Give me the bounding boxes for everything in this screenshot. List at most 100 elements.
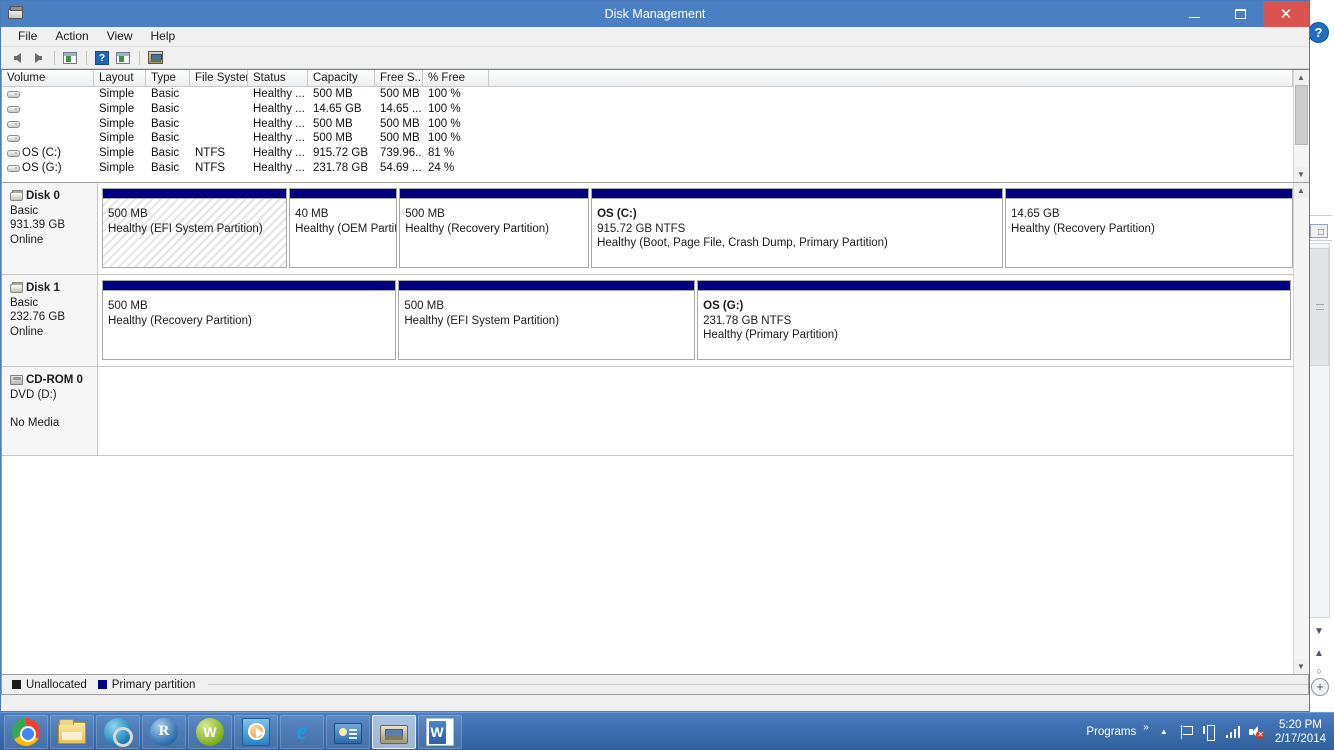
table-row[interactable]: OS (C:) Simple Basic NTFS Healthy ... 915.72 … [2,146,1293,161]
column-header-free-space[interactable]: Free S... [375,70,423,86]
volume-list: Volume Layout Type File System Status Ca… [1,69,1309,183]
partition[interactable]: 500 MB Healthy (Recovery Partition) [399,188,590,268]
maximize-button[interactable] [1217,1,1263,27]
volume-icon [7,106,20,114]
partition[interactable]: OS (C:) 915.72 GB NTFS Healthy (Boot, Page… [591,188,1003,268]
partition[interactable]: 40 MB Healthy (OEM Partition) [289,188,398,268]
tray-programs-label[interactable]: Programs [1086,726,1136,738]
forward-button[interactable] [28,49,48,67]
scroll-up-icon[interactable]: ▲ [1293,183,1309,198]
tray-overflow-icon[interactable]: » [1143,722,1149,733]
partition-status: Healthy (EFI System Partition) [108,222,263,235]
column-header-capacity[interactable]: Capacity [308,70,375,86]
partition-status: Healthy (Recovery Partition) [108,314,252,327]
menu-action[interactable]: Action [46,27,97,46]
taskbar-item-word[interactable]: W [418,714,462,749]
cell-capacity: 500 MB [313,117,353,130]
w-green-icon: W [196,717,224,746]
cell-pctfree: 100 % [428,88,461,101]
partition[interactable]: 500 MB Healthy (Recovery Partition) [102,280,397,360]
volume-icon [7,91,20,99]
help-button[interactable]: ? [92,49,112,67]
table-row[interactable]: Simple Basic Healthy ... 500 MB 500 MB 100 % [2,87,1293,102]
table-row[interactable]: OS (G:) Simple Basic NTFS Healthy ... 231.78 … [2,160,1293,175]
taskbar-item-contact-card[interactable] [326,714,370,749]
menu-file[interactable]: File [9,27,46,46]
scrollbar-track[interactable] [1293,198,1309,659]
taskbar-item-search[interactable] [96,714,140,749]
minimize-button[interactable] [1171,1,1217,27]
cdrom-status: No Media [10,417,60,430]
column-header-percent-free[interactable]: % Free [423,70,489,86]
device-icon[interactable] [1202,724,1218,741]
back-button[interactable] [7,49,27,67]
zoom-in-icon[interactable]: + [1311,678,1329,696]
titlebar[interactable]: Disk Management ✕ [1,1,1309,27]
scroll-down-icon[interactable]: ▼ [1293,167,1309,182]
previous-page-icon[interactable]: ▲ [1312,647,1326,661]
rescan-disks-button[interactable] [145,49,165,67]
cell-pctfree: 24 % [428,161,455,174]
column-header-status[interactable]: Status [248,70,308,86]
column-header-type[interactable]: Type [146,70,190,86]
help-icon[interactable]: ? [1308,22,1329,43]
column-header-volume[interactable]: Volume [2,70,94,86]
partition[interactable]: 500 MB Healthy (EFI System Partition) [398,280,696,360]
taskbar-item-w-green-app[interactable]: W [188,714,232,749]
select-browse-object-icon[interactable]: ○ [1312,664,1326,678]
partition-size: 500 MB [405,208,445,220]
cell-pctfree: 100 % [428,132,461,145]
column-header-file-system[interactable]: File System [190,70,248,86]
cdrom-row[interactable]: CD-ROM 0 DVD (D:) No Media [2,367,1293,456]
table-row[interactable]: Simple Basic Healthy ... 500 MB 500 MB 100 % [2,131,1293,146]
partition-size: 14.65 GB [1010,208,1060,220]
scroll-down-icon[interactable]: ▼ [1312,625,1326,639]
partition[interactable]: OS (G:) 231.78 GB NTFS Healthy (Primary Pa… [697,280,1291,360]
disk-row[interactable]: Disk 0 Basic 931.39 GB Online 500 MB Healthy … [2,183,1293,275]
cell-capacity: 500 MB [313,88,353,101]
disk-type: Basic [10,204,39,217]
table-row[interactable]: Simple Basic Healthy ... 500 MB 500 MB 100 % [2,116,1293,131]
menu-help[interactable]: Help [142,27,185,46]
taskbar-item-disk-management[interactable] [372,714,416,749]
partition-details: OS (G:) 231.78 GB NTFS Healthy (Primary Pa… [698,290,1290,359]
taskbar-item-internet-explorer[interactable]: e [280,714,324,749]
cell-layout: Simple [99,88,135,101]
toolbar-divider [86,50,87,65]
cdrom-name-line: CD-ROM 0 [10,373,91,388]
show-hidden-icons-icon[interactable]: ▲ [1156,724,1172,740]
cell-status: Healthy ... [253,161,305,174]
action-center-flag-icon[interactable] [1179,724,1195,740]
scroll-down-icon[interactable]: ▼ [1293,659,1309,674]
table-row[interactable]: Simple Basic Healthy ... 14.65 GB 14.65 ... 1… [2,102,1293,117]
graphical-view-scrollbar[interactable]: ▲ ▼ [1293,183,1309,674]
disk-row[interactable]: Disk 1 Basic 232.76 GB Online 500 MB Healthy … [2,275,1293,367]
taskbar-apps: R W e W [0,714,462,749]
window-controls: ✕ [1171,1,1309,27]
help-icon: ? [95,50,109,65]
network-signal-icon[interactable] [1225,724,1241,740]
graphical-view: Disk 0 Basic 931.39 GB Online 500 MB Healthy … [1,183,1309,675]
close-button[interactable]: ✕ [1263,1,1309,27]
disk-management-window: Disk Management ✕ File Action View Help … [0,0,1310,712]
taskbar-item-media-player[interactable] [234,714,278,749]
menu-view[interactable]: View [98,27,142,46]
split-icon[interactable]: □ [1314,226,1328,240]
column-header-layout[interactable]: Layout [94,70,146,86]
clock[interactable]: 5:20 PM 2/17/2014 [1271,718,1326,746]
volume-list-scrollbar[interactable]: ▲ ▼ [1293,70,1309,182]
scrollbar-thumb[interactable] [1294,85,1308,145]
partition[interactable]: 14.65 GB Healthy (Recovery Partition) [1004,188,1293,268]
cell-layout: Simple [99,103,135,116]
disk-size: 931.39 GB [10,219,65,232]
scrollbar-track[interactable] [1293,85,1309,167]
show-hide-console-tree-button[interactable] [60,49,80,67]
show-hide-action-pane-button[interactable] [113,49,133,67]
scroll-up-icon[interactable]: ▲ [1293,70,1309,85]
taskbar-item-rstudio[interactable]: R [142,714,186,749]
word-scrollbar-thumb[interactable] [1309,248,1329,366]
taskbar-item-chrome[interactable] [4,714,48,749]
partition[interactable]: 500 MB Healthy (EFI System Partition) [102,188,288,268]
volume-muted-icon[interactable]: ✕ [1248,724,1264,740]
taskbar-item-file-explorer[interactable] [50,714,94,749]
